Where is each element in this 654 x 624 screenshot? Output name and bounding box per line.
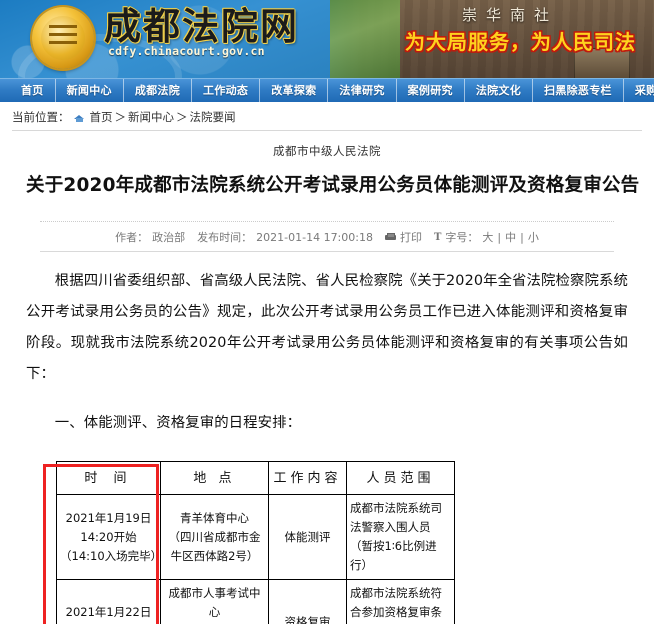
site-title: 成都法院网 bbox=[104, 4, 299, 48]
article-section-heading-1: 一、体能测评、资格复审的日程安排： bbox=[54, 415, 302, 431]
font-size-sep-1: | bbox=[497, 230, 502, 244]
table-header-scope: 人员范围 bbox=[346, 461, 455, 495]
publish-time-value: 2021-01-14 17:00:18 bbox=[256, 230, 373, 244]
article-paragraph-1: 根据四川省委组织部、省高级人民法院、省人民检察院《关于2020年全省法院检察院系… bbox=[26, 273, 628, 382]
cell-place-1: 青羊体育中心 （四川省成都市金牛区西体路2号） bbox=[160, 494, 269, 580]
main-navigation: 首页 新闻中心 成都法院 工作动态 改革探索 法律研究 案例研究 法院文化 扫黑… bbox=[0, 78, 654, 103]
nav-item-work-updates[interactable]: 工作动态 bbox=[191, 78, 259, 103]
print-label: 打印 bbox=[399, 231, 422, 244]
breadcrumb-separator-1: ＞ bbox=[114, 110, 127, 124]
font-size-large[interactable]: 大 bbox=[482, 229, 493, 245]
nav-item-procurement[interactable]: 采购公告 bbox=[622, 78, 654, 103]
publish-time-group: 发布时间： 2021-01-14 17:00:18 bbox=[197, 229, 373, 245]
nav-item-legal-research[interactable]: 法律研究 bbox=[327, 78, 395, 103]
breadcrumb-bar: 当前位置： 首页 ＞ 新闻中心 ＞ 法院要闻 bbox=[0, 102, 654, 125]
banner-slogan: 为大局服务，为人民司法 bbox=[405, 30, 636, 54]
table-header-time: 时 间 bbox=[56, 461, 161, 495]
nav-item-home[interactable]: 首页 bbox=[10, 79, 55, 103]
table-header-place: 地 点 bbox=[160, 461, 269, 495]
breadcrumb-item-news-center[interactable]: 新闻中心 bbox=[128, 109, 174, 125]
cell-scope-2: 成都市法院系统符合参加资格复审条件的人员（按1∶3比例进行） bbox=[346, 579, 455, 624]
font-size-medium[interactable]: 中 bbox=[505, 229, 516, 245]
banner-plaque-text: 崇华南社 bbox=[461, 6, 558, 24]
article-meta-bar: 作者： 政治部 发布时间： 2021-01-14 17:00:18 打印 T 字号：… bbox=[26, 222, 628, 251]
breadcrumb-separator-2: ＞ bbox=[176, 110, 188, 124]
printer-icon bbox=[384, 232, 396, 242]
font-size-icon: T bbox=[433, 231, 442, 243]
site-url: cdfy.chinacourt.gov.cn bbox=[108, 44, 265, 58]
table-row: 2021年1月19日 14:20开始 （14:10入场完毕） 青羊体育中心 （四川省成… bbox=[56, 494, 455, 580]
nav-item-news-center[interactable]: 新闻中心 bbox=[54, 78, 123, 103]
schedule-table-zone: 时 间 地 点 工作内容 人员范围 2021年1月19日 14:20开始 （14:1… bbox=[26, 461, 628, 624]
author-value: 政治部 bbox=[152, 231, 186, 244]
publish-time-label: 发布时间： bbox=[197, 231, 253, 244]
table-header-work: 工作内容 bbox=[268, 461, 347, 495]
breadcrumb: 当前位置： 首页 ＞ 新闻中心 ＞ 法院要闻 bbox=[12, 109, 654, 125]
table-row: 2021年1月22日10:00开始 成都市人事考试中心（成都市青羊区清江东路11… bbox=[56, 579, 455, 624]
nav-item-court-culture[interactable]: 法院文化 bbox=[463, 78, 532, 103]
cell-time-2: 2021年1月22日10:00开始 bbox=[56, 579, 161, 624]
article-body: 根据四川省委组织部、省高级人民法院、省人民检察院《关于2020年全省法院检察院系… bbox=[26, 266, 628, 439]
cell-place-2: 成都市人事考试中心（成都市青羊区清江东路118号） bbox=[160, 579, 269, 624]
court-emblem-logo bbox=[32, 7, 94, 69]
schedule-table: 时 间 地 点 工作内容 人员范围 2021年1月19日 14:20开始 （14:1… bbox=[56, 461, 455, 624]
font-size-label: 字号： bbox=[445, 231, 479, 244]
nav-item-reform[interactable]: 改革探索 bbox=[259, 78, 327, 103]
font-size-group: T 字号： 大 | 中 | 小 bbox=[434, 229, 539, 245]
table-header-row: 时 间 地 点 工作内容 人员范围 bbox=[56, 461, 455, 495]
print-button[interactable]: 打印 bbox=[384, 229, 422, 245]
font-size-small[interactable]: 小 bbox=[528, 229, 539, 245]
nav-item-chengdu-court[interactable]: 成都法院 bbox=[122, 78, 191, 103]
breadcrumb-item-court-news[interactable]: 法院要闻 bbox=[190, 109, 236, 125]
publishing-department: 成都市中级人民法院 bbox=[273, 144, 381, 158]
author-label: 作者： bbox=[115, 231, 149, 244]
nav-item-anti-crime[interactable]: 扫黑除恶专栏 bbox=[532, 78, 623, 103]
meta-divider-bottom bbox=[40, 251, 614, 252]
breadcrumb-divider bbox=[12, 130, 642, 131]
font-size-sep-2: | bbox=[520, 230, 524, 244]
cell-work-2: 资格复审 bbox=[268, 579, 347, 624]
cell-scope-1: 成都市法院系统司法警察入围人员（暂按1∶6比例进行） bbox=[346, 494, 455, 580]
page-title: 关于2020年成都市法院系统公开考试录用公务员体能测评及资格复审公告 bbox=[26, 175, 640, 196]
nav-item-case-research[interactable]: 案例研究 bbox=[395, 78, 464, 103]
cell-time-1: 2021年1月19日 14:20开始 （14:10入场完毕） bbox=[56, 494, 162, 580]
breadcrumb-prefix: 当前位置： bbox=[12, 110, 70, 124]
cell-work-1: 体能测评 bbox=[268, 494, 347, 580]
breadcrumb-item-home[interactable]: 首页 bbox=[90, 109, 113, 125]
author-group: 作者： 政治部 bbox=[115, 229, 185, 245]
home-icon bbox=[73, 112, 85, 122]
site-banner: 崇华南社 成都法院网 cdfy.chinacourt.gov.cn 为大局服务，… bbox=[0, 0, 654, 78]
article-container: 成都市中级人民法院 关于2020年成都市法院系统公开考试录用公务员体能测评及资格… bbox=[0, 143, 654, 624]
